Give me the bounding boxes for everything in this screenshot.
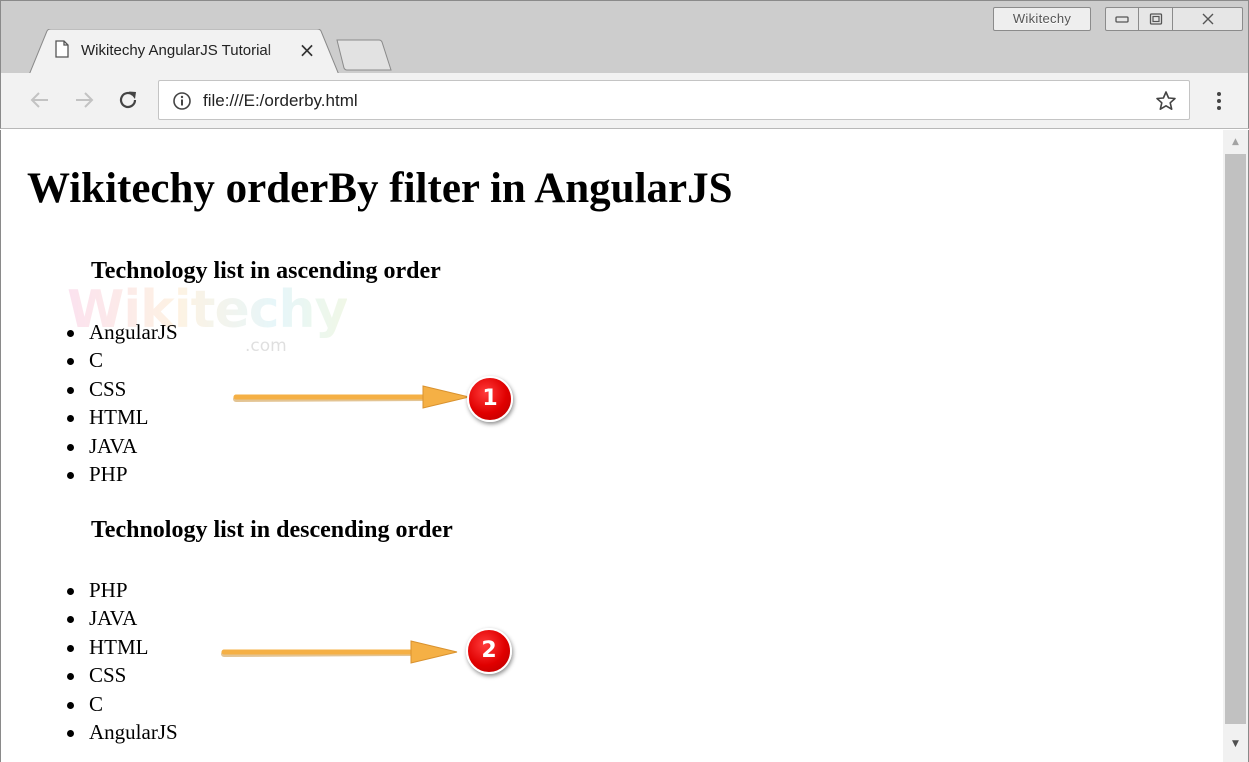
annotation-badge-1: 1: [467, 376, 513, 422]
annotation-arrow-1: [233, 385, 470, 409]
list-item: AngularJS: [67, 718, 178, 746]
descending-list: PHP JAVA HTML CSS C AngularJS: [67, 576, 178, 746]
kebab-menu-icon[interactable]: [1209, 87, 1229, 115]
page-title: Wikitechy orderBy filter in AngularJS: [27, 165, 733, 212]
list-item: AngularJS: [67, 318, 178, 346]
close-icon: [1202, 13, 1213, 25]
scroll-down-arrow-icon[interactable]: ▼: [1223, 738, 1248, 750]
window-titlebar: Wikitechy Wikitechy AngularJS Tutorial ×: [0, 0, 1249, 75]
minimize-button[interactable]: [1105, 7, 1139, 31]
vertical-scrollbar[interactable]: ▲ ▼: [1223, 130, 1248, 762]
tab-close-icon[interactable]: ×: [297, 39, 317, 61]
back-button[interactable]: [27, 87, 53, 113]
list-item: C: [67, 690, 178, 718]
list-item: JAVA: [67, 432, 178, 460]
page-viewport: Wikitechy .com Wikitechy orderBy filter …: [0, 130, 1249, 762]
list-item: PHP: [67, 460, 178, 488]
tab-title: Wikitechy AngularJS Tutorial: [81, 42, 272, 59]
list-item: CSS: [67, 375, 178, 403]
url-text[interactable]: file:///E:/orderby.html: [203, 90, 358, 112]
reload-icon: [119, 91, 137, 109]
ascending-list: AngularJS C CSS HTML JAVA PHP: [67, 318, 178, 488]
list-item: C: [67, 346, 178, 374]
profile-button[interactable]: Wikitechy: [993, 7, 1091, 31]
reload-button[interactable]: [115, 87, 141, 113]
new-tab-button[interactable]: [335, 39, 393, 71]
list-item: JAVA: [67, 604, 178, 632]
list-item: HTML: [67, 403, 178, 431]
annotation-arrow-2: [221, 640, 458, 664]
ascending-heading: Technology list in ascending order: [91, 258, 441, 284]
window-controls: [1105, 7, 1243, 31]
list-item: PHP: [67, 576, 178, 604]
descending-heading: Technology list in descending order: [91, 517, 453, 543]
close-window-button[interactable]: [1173, 7, 1243, 31]
list-item: HTML: [67, 633, 178, 661]
address-bar[interactable]: file:///E:/orderby.html: [158, 80, 1190, 120]
list-item: CSS: [67, 661, 178, 689]
forward-arrow-icon: [76, 92, 94, 108]
watermark-domain: .com: [245, 336, 287, 356]
maximize-button[interactable]: [1139, 7, 1173, 31]
minimize-icon: [1115, 16, 1129, 23]
back-arrow-icon: [30, 92, 48, 108]
bookmark-star-icon[interactable]: [1155, 90, 1177, 112]
maximize-icon: [1149, 13, 1162, 25]
annotation-badge-2: 2: [466, 628, 512, 674]
scroll-up-arrow-icon[interactable]: ▲: [1223, 136, 1248, 148]
page-icon: [55, 40, 69, 58]
browser-tab-active[interactable]: Wikitechy AngularJS Tutorial ×: [29, 29, 339, 75]
scroll-thumb[interactable]: [1225, 154, 1246, 724]
forward-button[interactable]: [71, 87, 97, 113]
info-icon[interactable]: [172, 91, 192, 111]
browser-toolbar: file:///E:/orderby.html: [0, 73, 1249, 129]
